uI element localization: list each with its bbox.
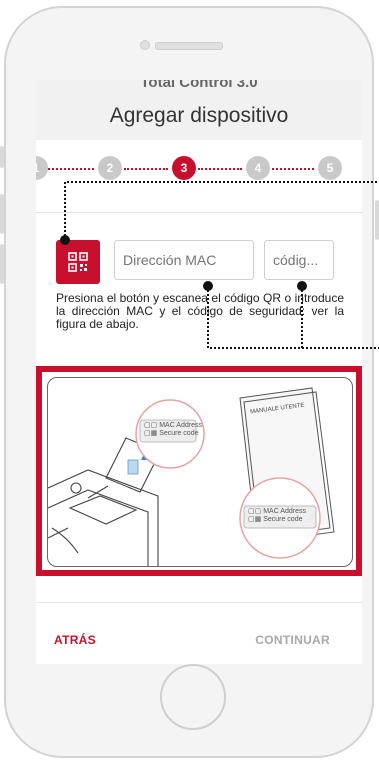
annotation-connectors: [60, 181, 379, 349]
home-button[interactable]: [160, 664, 226, 730]
